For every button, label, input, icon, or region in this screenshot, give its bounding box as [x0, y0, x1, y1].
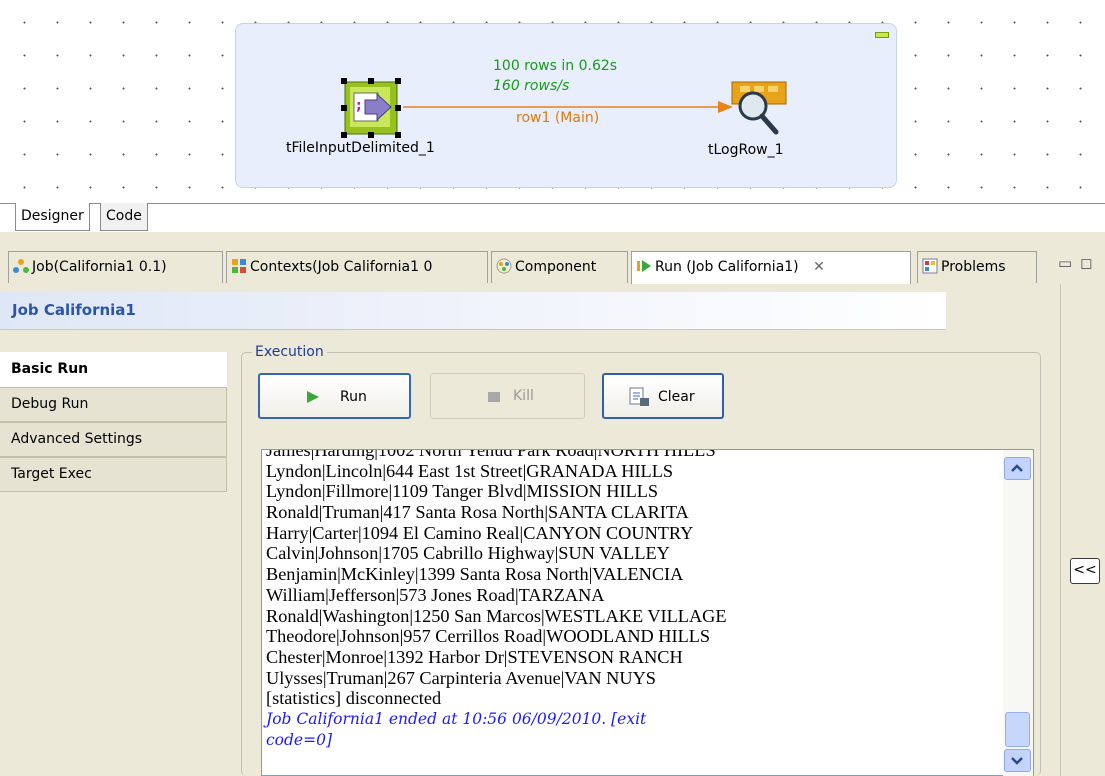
scroll-thumb[interactable]: [1005, 712, 1030, 747]
console-line: James|Harding|1002 North Yehud Park Road…: [266, 449, 716, 460]
file-input-component[interactable]: ;: [341, 78, 401, 138]
chevron-up-icon: [1011, 464, 1023, 472]
svg-text:;: ;: [356, 98, 362, 114]
scroll-up-button[interactable]: [1004, 457, 1031, 480]
run-button-label: Run: [340, 389, 367, 405]
component-icon: [496, 258, 512, 274]
maximize-view-icon[interactable]: ◻: [1080, 254, 1092, 272]
problems-icon: [922, 258, 938, 274]
run-button[interactable]: Run: [258, 373, 411, 419]
console-lines: James|Harding|1002 North Yehud Park Road…: [266, 449, 1006, 750]
tab-contexts-label: Contexts(Job California1 0: [250, 259, 433, 275]
right-panel-strip: [1060, 284, 1105, 776]
nav-basic-run[interactable]: Basic Run: [0, 352, 227, 387]
chevron-down-icon: [1011, 757, 1023, 765]
tab-problems[interactable]: Problems: [917, 251, 1037, 283]
console-line: Ronald|Truman|417 Santa Rosa North|SANTA…: [266, 502, 689, 523]
console-line: Lyndon|Lincoln|644 East 1st Street|GRANA…: [266, 460, 674, 481]
console-line: Chester|Monroe|1392 Harbor Dr|STEVENSON …: [266, 646, 683, 667]
clear-button-label: Clear: [658, 389, 695, 405]
console-line: Ulysses|Truman|267 Carpinteria Avenue|VA…: [266, 667, 656, 688]
console-line: Harry|Carter|1094 El Camino Real|CANYON …: [266, 522, 694, 543]
tab-contexts[interactable]: Contexts(Job California1 0: [226, 251, 488, 283]
console-line: Theodore|Johnson|957 Cerrillos Road|WOOD…: [266, 626, 711, 647]
job-icon: [13, 259, 29, 273]
tab-job-label: Job(California1 0.1): [32, 259, 167, 275]
execution-legend: Execution: [252, 344, 327, 360]
tab-job[interactable]: Job(California1 0.1): [8, 251, 223, 283]
console-line: William|Jefferson|573 Jones Road|TARZANA: [266, 584, 605, 605]
connection-row1[interactable]: [0, 0, 1105, 203]
designer-tabs-bar: [0, 203, 1105, 232]
log-row-icon: [731, 81, 787, 135]
nav-advanced-settings[interactable]: Advanced Settings: [0, 422, 227, 457]
log-row-component[interactable]: [720, 80, 790, 138]
clear-button[interactable]: Clear: [602, 373, 724, 419]
play-icon: [307, 391, 319, 403]
console-end-line: Job California1 ended at 10:56 06/09/201…: [266, 709, 647, 728]
clear-icon: [629, 387, 649, 406]
connection-label[interactable]: row1 (Main): [516, 110, 599, 126]
connection-stats-rows: 100 rows in 0.62s: [493, 58, 618, 74]
tab-code[interactable]: Code: [100, 203, 148, 231]
collapse-panel-button[interactable]: <<: [1070, 558, 1100, 584]
contexts-icon: [232, 259, 246, 273]
job-title-bar: [0, 292, 946, 330]
console-output[interactable]: James|Harding|1002 North Yehud Park Road…: [261, 449, 1034, 776]
minimize-view-icon[interactable]: ▭: [1058, 254, 1072, 272]
nav-target-exec[interactable]: Target Exec: [0, 457, 227, 492]
file-input-icon: ;: [341, 78, 401, 138]
stop-icon: [488, 392, 500, 402]
console-line: Ronald|Washington|1250 San Marcos|WESTLA…: [266, 605, 727, 626]
log-row-label: tLogRow_1: [708, 142, 784, 158]
console-line: Calvin|Johnson|1705 Cabrillo Highway|SUN…: [266, 543, 670, 564]
kill-button-label: Kill: [513, 388, 534, 404]
tab-run-label: Run (Job California1): [655, 259, 799, 275]
close-icon[interactable]: ✕: [813, 259, 825, 275]
job-title: Job California1: [12, 301, 136, 319]
kill-button[interactable]: Kill: [430, 373, 585, 419]
connection-stats-rate: 160 rows/s: [493, 78, 570, 94]
tab-designer[interactable]: Designer: [15, 203, 90, 231]
console-line: [statistics] disconnected: [266, 688, 442, 709]
file-input-label: tFileInputDelimited_1: [286, 140, 435, 156]
console-end-line: code=0]: [266, 730, 333, 749]
scroll-down-button[interactable]: [1004, 749, 1031, 772]
tab-problems-label: Problems: [941, 259, 1006, 275]
tab-run[interactable]: Run (Job California1) ✕: [631, 251, 911, 284]
run-icon: [637, 260, 651, 272]
tabs-divider: [0, 203, 1105, 204]
console-line: Lyndon|Fillmore|1109 Tanger Blvd|MISSION…: [266, 481, 659, 502]
tab-component-label: Component: [515, 259, 597, 275]
console-line: Benjamin|McKinley|1399 Santa Rosa North|…: [266, 564, 684, 585]
nav-debug-run[interactable]: Debug Run: [0, 387, 227, 422]
tab-component[interactable]: Component: [491, 251, 628, 283]
